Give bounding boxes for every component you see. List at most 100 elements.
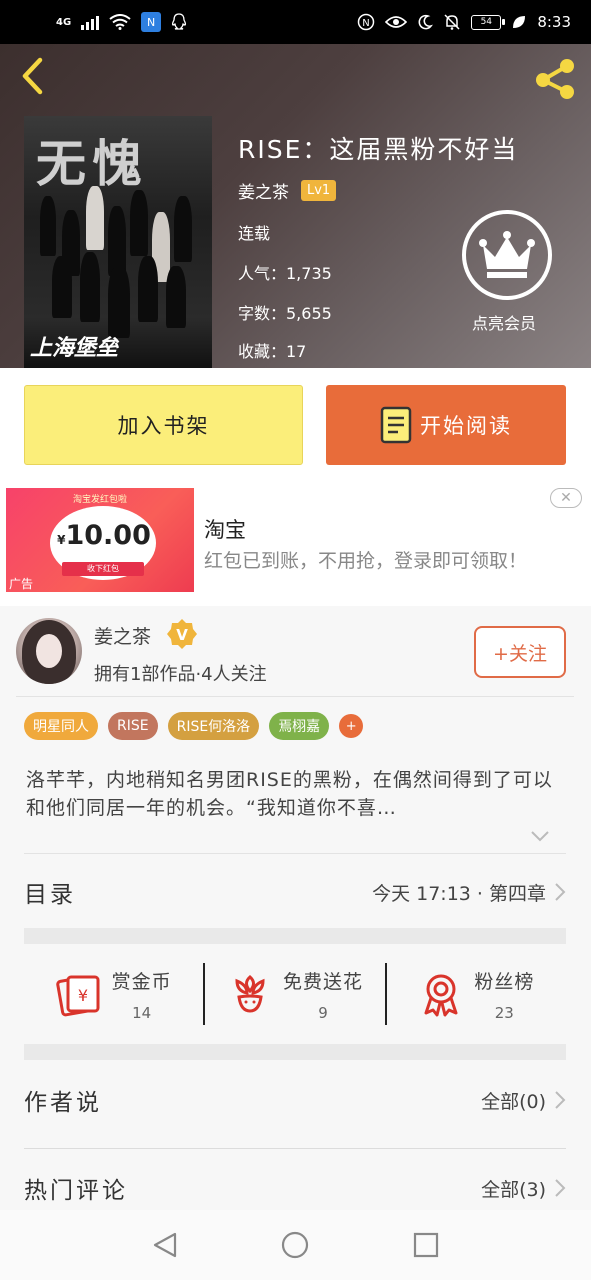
network-type: 4G — [56, 16, 72, 28]
back-button[interactable] — [14, 56, 50, 96]
reward-value: 14 — [132, 1003, 152, 1022]
cover-figure — [52, 256, 72, 318]
flower-icon — [235, 975, 265, 1013]
follow-button[interactable]: +关注 — [474, 626, 566, 678]
word-count: 字数：5,655 — [238, 304, 332, 323]
nav-home-button[interactable] — [275, 1225, 315, 1265]
cover-figure — [108, 266, 130, 338]
author-stats: 拥有1部作品·4人关注 — [94, 664, 267, 685]
cover-figure — [174, 196, 192, 262]
cover-figure — [40, 196, 56, 256]
cover-figure — [86, 186, 104, 250]
reward-flower-button[interactable]: 免费送花 9 — [205, 944, 384, 1044]
ad-description: 红包已到账，不用抢，登录即可领取！ — [204, 550, 528, 572]
divider — [24, 853, 566, 854]
start-reading-button[interactable]: 开始阅读 — [326, 385, 566, 465]
start-reading-label: 开始阅读 — [420, 414, 512, 438]
ad-image[interactable]: 淘宝发红包啦 ¥10.00 收下红包 广告 — [6, 488, 194, 592]
chevron-right-icon — [555, 1179, 566, 1197]
reward-value: 23 — [494, 1003, 514, 1022]
vip-label[interactable]: 点亮会员 — [472, 310, 536, 334]
book-author-row: 姜之茶 Lv1 — [238, 178, 337, 203]
signal-icon — [81, 14, 100, 30]
crown-icon — [479, 231, 535, 278]
medal-icon — [424, 974, 458, 1017]
vip-button[interactable] — [462, 210, 552, 300]
tag-chip[interactable]: RISE — [108, 712, 158, 740]
avatar[interactable] — [16, 618, 82, 684]
author-say-title: 作者说 — [24, 1090, 102, 1116]
author-name[interactable]: 姜之茶 — [94, 622, 151, 649]
tag-list: 明星同人 RISE RISE何洛洛 焉栩嘉 + — [24, 712, 364, 740]
nfc-icon: N — [141, 12, 162, 32]
author-say-all: 全部(0) — [481, 1090, 546, 1113]
cover-figure — [166, 266, 186, 328]
divider — [16, 696, 574, 697]
tag-chip[interactable]: 明星同人 — [24, 712, 98, 740]
avatar-face — [36, 634, 62, 668]
ad-banner-top: 淘宝发红包啦 — [72, 495, 127, 505]
svg-text:¥: ¥ — [78, 986, 88, 1005]
reward-label: 免费送花 — [282, 970, 363, 993]
tag-chip[interactable]: 焉栩嘉 — [269, 712, 330, 740]
status-bar: 4G N N 54 8:33 — [0, 0, 591, 44]
ad-receive-button: 收下红包 — [62, 562, 144, 576]
chevron-left-icon — [22, 57, 43, 95]
reward-bar: ¥ 赏金币 14 免费送花 9 粉丝榜 23 — [24, 944, 566, 1044]
serial-status: 连载 — [238, 224, 271, 243]
cover-figure — [130, 190, 148, 256]
battery-icon: 54 — [471, 14, 506, 30]
clock: 8:33 — [537, 13, 571, 31]
reward-label: 粉丝榜 — [474, 970, 535, 993]
ad-close-button[interactable]: ✕ — [550, 488, 582, 508]
wifi-icon — [109, 14, 131, 30]
nav-back-button[interactable] — [145, 1225, 185, 1265]
action-bar: 加入书架 开始阅读 — [0, 368, 591, 480]
red-envelope-icon: ¥ — [55, 975, 100, 1017]
reward-label: 赏金币 — [111, 970, 172, 993]
table-of-contents-row[interactable]: 目录 今天 17:13 · 第四章 — [24, 872, 566, 912]
favorites-count: 收藏：17 — [238, 342, 307, 361]
book-icon — [380, 406, 412, 444]
level-badge: Lv1 — [301, 180, 337, 201]
verified-text: V — [176, 626, 188, 644]
more-tags-button[interactable]: + — [339, 714, 364, 738]
book-author[interactable]: 姜之茶 — [238, 178, 289, 203]
hot-comments-all: 全部(3) — [481, 1178, 546, 1201]
square-recents-icon — [413, 1232, 438, 1258]
eye-icon — [385, 16, 408, 28]
share-icon — [536, 59, 574, 99]
reward-coins-button[interactable]: ¥ 赏金币 14 — [24, 944, 203, 1044]
vibrate-icon: N — [358, 13, 375, 31]
divider — [24, 1148, 566, 1149]
reward-fans-button[interactable]: 粉丝榜 23 — [387, 944, 566, 1044]
verified-badge-icon: V — [167, 619, 197, 649]
triangle-back-icon — [154, 1232, 177, 1258]
qq-icon — [172, 13, 187, 30]
system-nav-bar — [0, 1210, 591, 1280]
book-title: RISE：这届黑粉不好当 — [238, 135, 519, 164]
share-button[interactable] — [531, 56, 579, 100]
synopsis[interactable]: 洛芊芊，内地稍知名男团RISE的黑粉，在偶然间得到了可以和他们同居一年的机会。“… — [26, 766, 566, 822]
nav-recents-button[interactable] — [406, 1225, 446, 1265]
author-say-row[interactable]: 作者说 全部(0) — [24, 1080, 566, 1120]
chevron-right-icon — [555, 1091, 566, 1109]
book-cover[interactable]: 无愧 上海堡垒 — [24, 116, 212, 368]
leaf-icon — [513, 16, 526, 28]
cover-subtitle: 上海堡垒 — [30, 336, 119, 361]
book-details: 姜之茶 V 拥有1部作品·4人关注 +关注 明星同人 RISE RISE何洛洛 … — [0, 606, 591, 1210]
reward-value: 9 — [318, 1003, 328, 1022]
hot-comments-row[interactable]: 热门评论 全部(3) — [24, 1168, 566, 1208]
section-spacer — [24, 928, 566, 944]
book-header: 无愧 上海堡垒 RISE：这届黑粉不好当 姜之茶 Lv1 连载 人气：1,735… — [0, 44, 591, 368]
chevron-down-icon[interactable] — [528, 826, 552, 846]
moon-icon — [418, 14, 434, 30]
toc-title: 目录 — [24, 882, 76, 908]
tag-chip[interactable]: RISE何洛洛 — [167, 712, 260, 740]
ad-brand: 淘宝 — [204, 518, 246, 542]
section-spacer — [24, 1044, 566, 1060]
ad-banner[interactable]: 淘宝发红包啦 ¥10.00 收下红包 广告 淘宝 红包已到账，不用抢，登录即可领… — [0, 480, 591, 606]
bell-off-icon — [444, 14, 460, 30]
ad-tag: 广告 — [9, 577, 34, 591]
add-to-shelf-button[interactable]: 加入书架 — [24, 385, 303, 465]
